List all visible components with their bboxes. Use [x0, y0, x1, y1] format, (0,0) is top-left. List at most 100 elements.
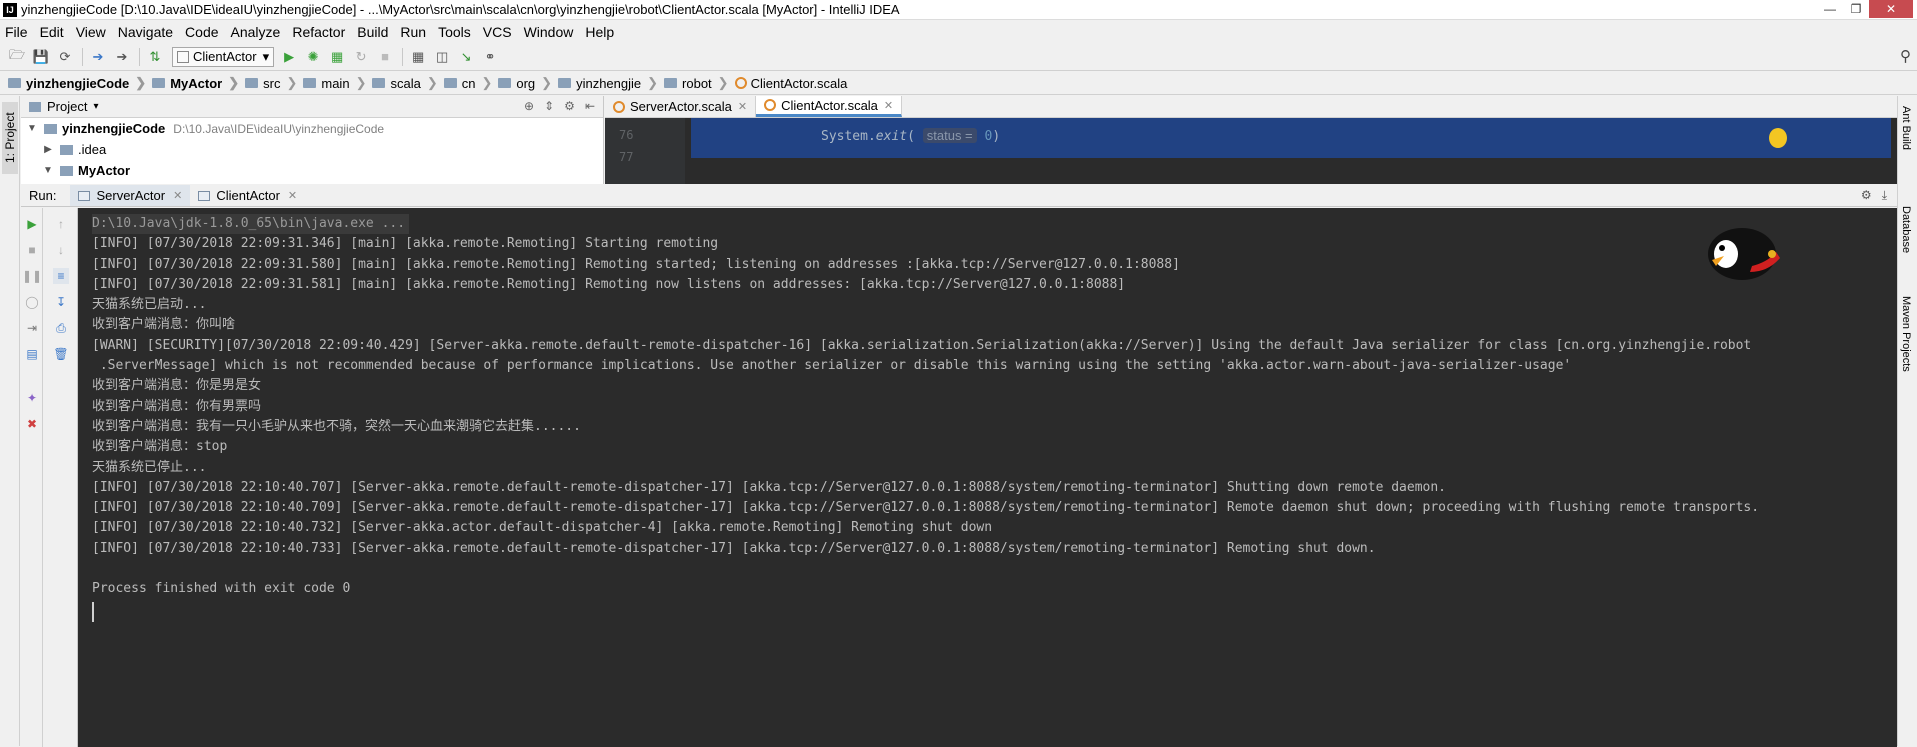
close-tab-icon[interactable]: ✕	[288, 189, 297, 202]
help-icon[interactable]: ⚭	[479, 47, 501, 67]
close-icon[interactable]: ✖	[24, 416, 40, 432]
down-arrow-icon[interactable]: ↓	[53, 242, 69, 258]
folder-icon	[443, 78, 457, 88]
line-number-gutter: 76 77	[605, 118, 685, 184]
pause-icon[interactable]: ❚❚	[22, 268, 42, 284]
run-tool-window-header: Run: ServerActor ✕ ClientActor ✕ ⚙ ⤓	[21, 185, 1897, 207]
close-tab-icon[interactable]: ✕	[884, 99, 893, 112]
run-console[interactable]: D:\10.Java\jdk-1.8.0_65\bin\java.exe ...…	[78, 208, 1897, 747]
hide-icon[interactable]: ⇤	[585, 99, 595, 113]
folder-icon	[372, 78, 386, 88]
sdk-manager-icon[interactable]: ◫	[431, 47, 453, 67]
project-view-select[interactable]: Project	[47, 99, 87, 114]
synchronize-icon[interactable]: ⟳	[54, 47, 76, 67]
scroll-to-end-icon[interactable]: ↧	[53, 294, 69, 310]
breadcrumb-item[interactable]: yinzhengjie ❯	[558, 75, 658, 91]
print-icon[interactable]: ⎙	[53, 320, 69, 336]
search-everywhere-icon[interactable]: ⚲	[1900, 47, 1911, 65]
gear-icon[interactable]: ⚙	[1861, 188, 1872, 203]
close-icon[interactable]: ✕	[1869, 0, 1913, 18]
chevron-down-icon[interactable]: ▼	[25, 123, 39, 134]
tool-tab-maven-projects[interactable]: Maven Projects	[1900, 296, 1912, 372]
lightbulb-icon[interactable]	[1769, 128, 1787, 148]
menu-analyze[interactable]: Analyze	[231, 24, 281, 40]
breadcrumb-item[interactable]: ClientActor.scala	[734, 76, 847, 91]
maximize-icon[interactable]: ❐	[1843, 0, 1869, 18]
chevron-down-icon[interactable]: ▼	[41, 165, 55, 176]
run-tab-client-actor[interactable]: ClientActor ✕	[190, 185, 305, 206]
debug-icon[interactable]: ✺	[302, 47, 324, 67]
breadcrumb-item[interactable]: MyActor ❯	[152, 75, 239, 91]
chevron-down-icon[interactable]: ▾	[93, 101, 98, 112]
breadcrumb-item[interactable]: org ❯	[498, 75, 552, 91]
gear-icon[interactable]: ⚙	[564, 99, 575, 113]
console-line: [WARN] [SECURITY][07/30/2018 22:09:40.42…	[92, 337, 1752, 353]
tree-item[interactable]: ▼ yinzhengjieCode D:\10.Java\IDE\ideaIU\…	[21, 118, 603, 139]
forward-arrow-icon[interactable]: ➔	[111, 47, 133, 67]
tool-tab-project[interactable]: 1: Project	[2, 102, 18, 174]
console-line: [INFO] [07/30/2018 22:10:40.732] [Server…	[92, 520, 993, 536]
menu-code[interactable]: Code	[185, 24, 218, 40]
menu-navigate[interactable]: Navigate	[118, 24, 173, 40]
breadcrumb-item[interactable]: src ❯	[245, 75, 297, 91]
menu-edit[interactable]: Edit	[40, 24, 64, 40]
menu-refactor[interactable]: Refactor	[292, 24, 345, 40]
tab-server-actor[interactable]: ServerActor.scala ✕	[605, 96, 757, 117]
run-actions-bar: ▶ ■ ❚❚ ◯ ⇥ ▤ ✦ ✖	[21, 208, 43, 747]
stop-icon[interactable]: ■	[374, 47, 396, 67]
layout-icon[interactable]: ▤	[24, 346, 40, 362]
soft-wrap-icon[interactable]: ≡	[53, 268, 69, 284]
save-all-icon[interactable]: 💾	[30, 47, 52, 67]
scroll-from-source-icon[interactable]: ⊕	[524, 99, 534, 113]
minimize-icon[interactable]: —	[1817, 0, 1843, 18]
console-line: [INFO] [07/30/2018 22:10:40.709] [Server…	[92, 500, 1760, 516]
run-tab-server-actor[interactable]: ServerActor ✕	[70, 185, 191, 206]
menu-file[interactable]: File	[5, 24, 28, 40]
tab-client-actor[interactable]: ClientActor.scala ✕	[756, 96, 903, 117]
folder-icon	[8, 78, 21, 88]
tree-item[interactable]: ▶ .idea	[21, 139, 603, 160]
console-line: .ServerMessage] which is not recommended…	[92, 358, 1572, 374]
run-icon[interactable]: ▶	[278, 47, 300, 67]
dump-threads-icon[interactable]: ◯	[24, 294, 40, 310]
close-tab-icon[interactable]: ✕	[173, 189, 182, 202]
pin-icon[interactable]: ✦	[24, 390, 40, 406]
open-folder-icon[interactable]: 🗁	[6, 47, 28, 67]
rerun-icon[interactable]: ▶	[24, 216, 40, 232]
project-structure-icon[interactable]: ▦	[407, 47, 429, 67]
coverage-icon[interactable]: ▦	[326, 47, 348, 67]
menu-build[interactable]: Build	[357, 24, 388, 40]
line-number: 76	[619, 128, 634, 142]
code-line[interactable]: System.exit( status = 0)	[691, 118, 1891, 158]
menu-tools[interactable]: Tools	[438, 24, 471, 40]
build-project-icon[interactable]: ⇅	[144, 47, 166, 67]
hide-icon[interactable]: ⤓	[1882, 188, 1887, 203]
back-arrow-icon[interactable]: ➔	[87, 47, 109, 67]
menu-help[interactable]: Help	[585, 24, 614, 40]
menu-view[interactable]: View	[76, 24, 106, 40]
tool-tab-ant-build[interactable]: Ant Build	[1900, 106, 1912, 150]
breadcrumb-item[interactable]: cn ❯	[443, 75, 492, 91]
profile-icon[interactable]: ↻	[350, 47, 372, 67]
chevron-right-icon[interactable]: ▶	[41, 144, 55, 155]
menu-run[interactable]: Run	[400, 24, 426, 40]
exit-icon[interactable]: ⇥	[24, 320, 40, 336]
breadcrumb-item[interactable]: main ❯	[303, 75, 366, 91]
breadcrumb-item[interactable]: scala ❯	[372, 75, 438, 91]
breadcrumb-item[interactable]: robot ❯	[664, 75, 729, 91]
stop-icon[interactable]: ■	[24, 242, 40, 258]
breadcrumb-item[interactable]: yinzhengjieCode ❯	[8, 75, 146, 91]
tree-item[interactable]: ▼ MyActor	[21, 160, 603, 181]
clear-all-icon[interactable]: 🗑	[53, 346, 69, 362]
menu-vcs[interactable]: VCS	[483, 24, 512, 40]
console-line: Process finished with exit code 0	[92, 581, 351, 597]
left-tool-strip: 1: Project	[0, 96, 20, 746]
close-tab-icon[interactable]: ✕	[738, 100, 747, 113]
tool-tab-database[interactable]: Database	[1900, 206, 1912, 253]
menu-window[interactable]: Window	[524, 24, 574, 40]
run-configuration-select[interactable]: ClientActor ▾	[172, 46, 275, 67]
collapse-all-icon[interactable]: ⇕	[544, 99, 554, 113]
vcs-update-icon[interactable]: ↘	[455, 47, 477, 67]
project-panel-tools: ⊕ ⇕ ⚙ ⇤	[524, 99, 595, 113]
up-arrow-icon[interactable]: ↑	[53, 216, 69, 232]
